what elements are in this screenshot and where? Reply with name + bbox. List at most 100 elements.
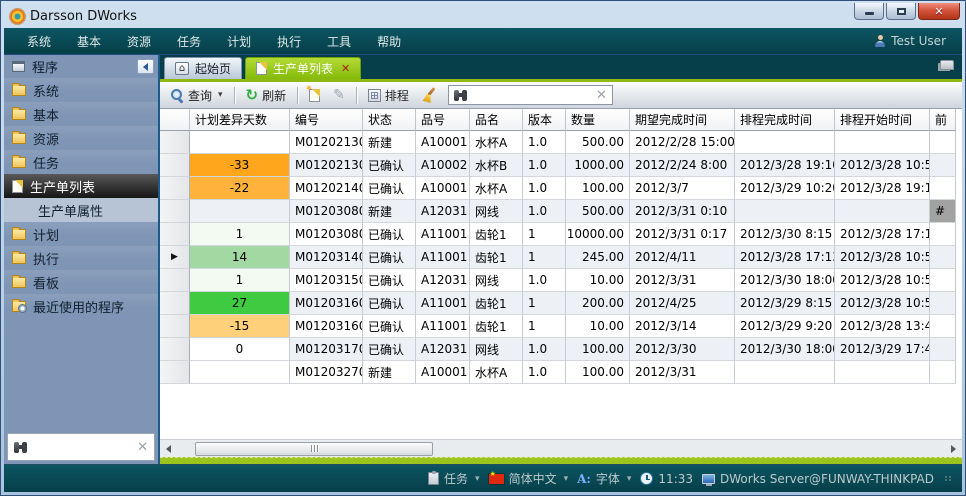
panel-icon[interactable] (940, 60, 954, 70)
sidebar-item-任务[interactable]: 任务 (4, 150, 158, 174)
user-name: Test User (891, 34, 946, 48)
cell-fin: 2012/3/28 19:10 (735, 154, 835, 177)
table-row[interactable]: M012030801新建A12031网线1.0500.002012/3/31 0… (160, 200, 962, 223)
schedule-button[interactable]: 排程 (364, 85, 413, 106)
table-search-input[interactable] (473, 88, 592, 102)
cell-num: M012031701 (290, 338, 363, 361)
row-selector[interactable] (160, 177, 190, 200)
tab-close-icon[interactable]: ✕ (341, 62, 350, 75)
table-row[interactable]: ▶14M012031402已确认A11001齿轮11245.002012/4/1… (160, 246, 962, 269)
sidebar-item-执行[interactable]: 执行 (4, 246, 158, 270)
cell-pn: A11001 (416, 246, 470, 269)
row-selector[interactable] (160, 361, 190, 384)
column-header-pn[interactable]: 品号 (416, 109, 470, 131)
query-label: 查询 (188, 87, 212, 104)
table-row[interactable]: -15M012031602已确认A11001齿轮1110.002012/3/14… (160, 315, 962, 338)
cell-fin: 2012/3/28 17:13 (735, 246, 835, 269)
query-button[interactable]: 查询 ▾ (166, 85, 227, 106)
horizontal-scrollbar[interactable] (160, 439, 962, 457)
table-row[interactable]: 0M012031701已确认A12031网线1.0100.002012/3/30… (160, 338, 962, 361)
row-selector[interactable] (160, 223, 190, 246)
sidebar-item-生产单属性[interactable]: 生产单属性 (4, 198, 158, 222)
maximize-button[interactable] (886, 3, 916, 20)
column-header-extra[interactable]: 前 (930, 109, 956, 131)
menu-item-3[interactable]: 任务 (164, 29, 214, 54)
cell-status: 已确认 (363, 292, 416, 315)
column-header-qty[interactable]: 数量 (566, 109, 630, 131)
menu-item-5[interactable]: 执行 (264, 29, 314, 54)
clean-button[interactable] (418, 86, 441, 104)
table-row[interactable]: M012021301新建A10001水杯A1.0500.002012/2/28 … (160, 131, 962, 154)
column-header-due[interactable]: 期望完成时间 (630, 109, 735, 131)
menu-item-1[interactable]: 基本 (64, 29, 114, 54)
row-selector[interactable]: ▶ (160, 246, 190, 269)
column-header-name[interactable]: 品名 (470, 109, 523, 131)
column-header-fin[interactable]: 排程完成时间 (735, 109, 835, 131)
row-selector[interactable] (160, 292, 190, 315)
sidebar-item-最近使用的程序[interactable]: 最近使用的程序 (4, 294, 158, 318)
language-menu[interactable]: 简体中文 ▾ (489, 470, 569, 487)
sidebar-item-看板[interactable]: 看板 (4, 270, 158, 294)
scrollbar-thumb[interactable] (195, 442, 433, 456)
row-selector[interactable] (160, 269, 190, 292)
table-row[interactable]: -33M012021302已确认A10002水杯B1.01000.002012/… (160, 154, 962, 177)
user-info[interactable]: Test User (874, 34, 952, 48)
cell-due: 2012/3/31 0:17 (630, 223, 735, 246)
toolbar-separator (356, 87, 357, 104)
close-button[interactable]: ✕ (918, 3, 960, 20)
column-header-start[interactable]: 排程开始时间 (835, 109, 930, 131)
menu-item-0[interactable]: 系统 (14, 29, 64, 54)
cell-fin: 2012/3/29 8:15 (735, 292, 835, 315)
menu-item-7[interactable]: 帮助 (364, 29, 414, 54)
tab-起始页[interactable]: ⌂起始页 (164, 57, 242, 79)
sidebar-item-系统[interactable]: 系统 (4, 78, 158, 102)
font-menu[interactable]: A: 字体 ▾ (577, 470, 631, 487)
sidebar-item-资源[interactable]: 资源 (4, 126, 158, 150)
table-row[interactable]: 1M012030802已确认A11001齿轮1110000.002012/3/3… (160, 223, 962, 246)
resize-grip-icon[interactable] (945, 476, 952, 481)
clear-search-icon[interactable]: ✕ (137, 441, 148, 454)
cell-ver: 1.0 (523, 269, 566, 292)
scroll-right-button[interactable] (945, 441, 962, 457)
row-selector[interactable] (160, 338, 190, 361)
table-row[interactable]: 27M012031601已确认A11001齿轮11200.002012/4/25… (160, 292, 962, 315)
row-selector[interactable] (160, 200, 190, 223)
table-row[interactable]: 1M012031501已确认A12031网线1.010.002012/3/312… (160, 269, 962, 292)
menu-item-4[interactable]: 计划 (214, 29, 264, 54)
tab-生产单列表[interactable]: 生产单列表✕ (245, 57, 361, 79)
sidebar-search-input[interactable] (29, 440, 137, 454)
table-row[interactable]: -22M012021401已确认A10001水杯A1.0100.002012/3… (160, 177, 962, 200)
table-row[interactable]: M012032701新建A10001水杯A1.0100.002012/3/31 (160, 361, 962, 384)
column-header-status[interactable]: 状态 (363, 109, 416, 131)
server-item: DWorks Server@FUNWAY-THINKPAD (702, 472, 934, 486)
scroll-left-button[interactable] (160, 441, 177, 457)
cell-qty: 100.00 (566, 177, 630, 200)
status-time: 11:33 (658, 472, 693, 486)
task-menu[interactable]: 任务 ▾ (428, 470, 480, 487)
clear-search-icon[interactable]: ✕ (596, 89, 607, 102)
refresh-button[interactable]: ↻ 刷新 (242, 85, 291, 106)
scrollbar-track[interactable] (177, 441, 945, 457)
column-header-diff[interactable]: 计划差异天数 (190, 109, 290, 131)
menu-item-2[interactable]: 资源 (114, 29, 164, 54)
column-header-num[interactable]: 编号 (290, 109, 363, 131)
sidebar-collapse-button[interactable] (137, 59, 154, 74)
column-header-ver[interactable]: 版本 (523, 109, 566, 131)
sidebar-spacer (4, 318, 158, 430)
clock-icon (640, 472, 653, 485)
main-area: 程序 系统基本资源任务生产单列表生产单属性计划执行看板最近使用的程序 ✕ ⌂起始… (4, 54, 962, 464)
cell-extra (930, 223, 956, 246)
row-selector[interactable] (160, 131, 190, 154)
cell-diff: 0 (190, 338, 290, 361)
menu-item-6[interactable]: 工具 (314, 29, 364, 54)
task-label: 任务 (444, 470, 468, 487)
sidebar-item-基本[interactable]: 基本 (4, 102, 158, 126)
row-selector[interactable] (160, 154, 190, 177)
row-selector[interactable] (160, 315, 190, 338)
cell-name: 水杯B (470, 154, 523, 177)
new-button[interactable] (305, 87, 324, 104)
sidebar-item-计划[interactable]: 计划 (4, 222, 158, 246)
sidebar-item-生产单列表[interactable]: 生产单列表 (4, 174, 158, 198)
edit-button[interactable]: ✎ (329, 87, 349, 104)
minimize-button[interactable] (854, 3, 884, 20)
